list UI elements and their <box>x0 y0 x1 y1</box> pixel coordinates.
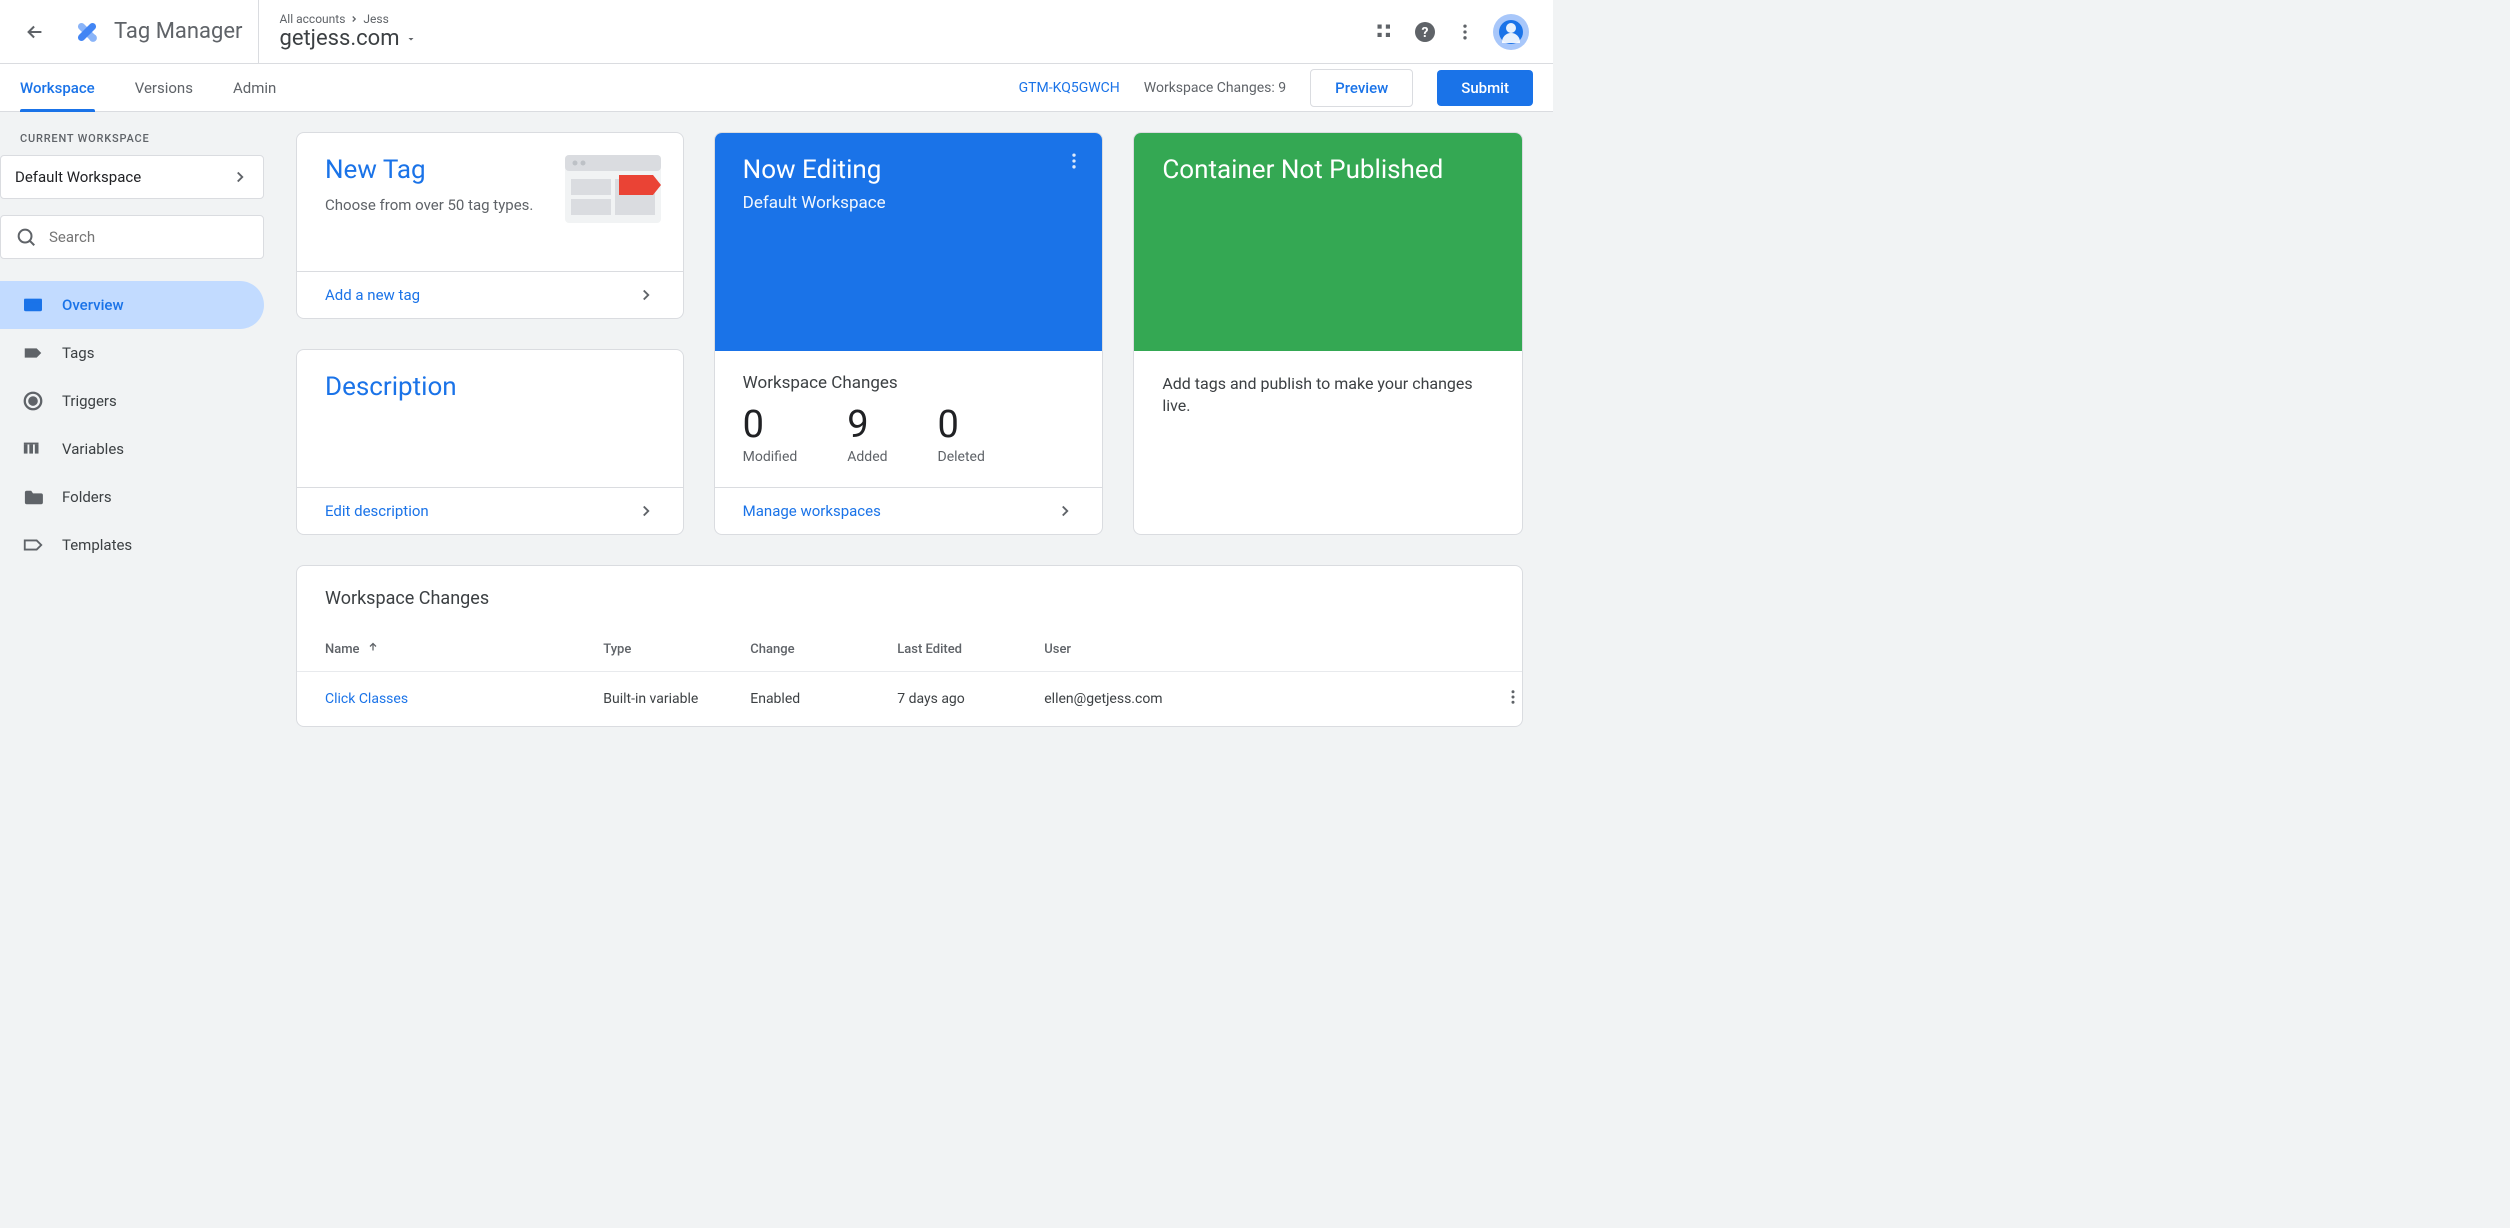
tab-workspace[interactable]: Workspace <box>20 64 95 112</box>
sidebar-item-label: Tags <box>62 344 94 362</box>
stat-deleted: 0 Deleted <box>938 403 985 465</box>
new-tag-title: New Tag <box>325 155 545 185</box>
row-last-edited: 7 days ago <box>897 672 1044 727</box>
template-icon <box>22 534 44 556</box>
chevron-right-icon <box>637 286 655 304</box>
sidebar-item-label: Templates <box>62 536 132 554</box>
breadcrumb[interactable]: All accounts Jess <box>279 12 1355 26</box>
workspace-changes-table-card: Workspace Changes Name Type Change Last … <box>296 565 1523 727</box>
new-tag-sub: Choose from over 50 tag types. <box>325 195 545 216</box>
apps-icon[interactable] <box>1375 22 1395 42</box>
col-name[interactable]: Name <box>297 627 603 672</box>
trigger-icon <box>22 390 44 412</box>
workspace-changes-count: Workspace Changes: 9 <box>1144 80 1286 96</box>
workspace-selector[interactable]: Default Workspace <box>0 155 264 199</box>
stat-added: 9 Added <box>847 403 887 465</box>
col-change[interactable]: Change <box>750 627 897 672</box>
col-name-label: Name <box>325 642 360 657</box>
sidebar-item-label: Folders <box>62 488 112 506</box>
edit-description-action[interactable]: Edit description <box>297 487 683 534</box>
search-input[interactable] <box>49 228 249 246</box>
sidebar-item-variables[interactable]: Variables <box>0 425 264 473</box>
container-id[interactable]: GTM-KQ5GWCH <box>1019 80 1120 96</box>
chevron-down-icon <box>405 33 417 45</box>
publish-body: Add tags and publish to make your change… <box>1134 351 1522 440</box>
table-title: Workspace Changes <box>297 566 1522 627</box>
back-arrow-icon[interactable] <box>16 13 54 51</box>
tab-admin[interactable]: Admin <box>233 64 276 112</box>
sidebar-item-templates[interactable]: Templates <box>0 521 264 569</box>
chevron-right-icon <box>637 502 655 520</box>
gtm-logo-icon <box>70 15 104 49</box>
sidebar-item-tags[interactable]: Tags <box>0 329 264 377</box>
card-more-icon[interactable] <box>1064 151 1084 171</box>
edit-description-label: Edit description <box>325 502 429 520</box>
variable-icon <box>22 438 44 460</box>
preview-button[interactable]: Preview <box>1310 69 1413 107</box>
add-new-tag-label: Add a new tag <box>325 286 420 304</box>
stat-deleted-label: Deleted <box>938 449 985 465</box>
card-description: Description Edit description <box>296 349 684 536</box>
row-user: ellen@getjess.com <box>1044 672 1472 727</box>
stat-modified-value: 0 <box>743 403 798 447</box>
workspace-name: Default Workspace <box>15 168 141 186</box>
card-now-editing: Now Editing Default Workspace Workspace … <box>714 132 1104 535</box>
svg-text:?: ? <box>1422 25 1429 41</box>
table-row[interactable]: Click Classes Built-in variable Enabled … <box>297 672 1522 727</box>
sidebar-item-overview[interactable]: Overview <box>0 281 264 329</box>
breadcrumb-root[interactable]: All accounts <box>279 12 345 26</box>
more-icon[interactable] <box>1455 22 1475 42</box>
submit-button[interactable]: Submit <box>1437 70 1533 106</box>
workspace-changes-title: Workspace Changes <box>743 373 1075 393</box>
stat-added-label: Added <box>847 449 887 465</box>
search-box[interactable] <box>0 215 264 259</box>
browser-tag-illustration <box>565 155 655 223</box>
row-name[interactable]: Click Classes <box>297 672 603 727</box>
sidebar-item-label: Overview <box>62 296 124 314</box>
sidebar-item-label: Variables <box>62 440 124 458</box>
now-editing-title: Now Editing <box>743 155 1075 185</box>
sidebar-item-triggers[interactable]: Triggers <box>0 377 264 425</box>
app-title: Tag Manager <box>114 19 242 44</box>
sidebar-item-label: Triggers <box>62 392 117 410</box>
help-icon[interactable]: ? <box>1413 20 1437 44</box>
card-new-tag: New Tag Choose from over 50 tag types. A… <box>296 132 684 319</box>
stat-modified: 0 Modified <box>743 403 798 465</box>
chevron-right-icon <box>1056 502 1074 520</box>
overview-icon <box>22 294 44 316</box>
row-change: Enabled <box>750 672 897 727</box>
row-more-icon[interactable] <box>1472 672 1522 727</box>
card-publish-status: Container Not Published Add tags and pub… <box>1133 132 1523 535</box>
col-user[interactable]: User <box>1044 627 1472 672</box>
chevron-right-icon <box>231 168 249 186</box>
container-name: getjess.com <box>279 26 399 51</box>
manage-workspaces-label: Manage workspaces <box>743 502 881 520</box>
manage-workspaces-action[interactable]: Manage workspaces <box>715 487 1103 534</box>
folder-icon <box>22 486 44 508</box>
publish-title: Container Not Published <box>1162 155 1494 185</box>
search-icon <box>15 226 37 248</box>
sidebar-item-folders[interactable]: Folders <box>0 473 264 521</box>
breadcrumb-account[interactable]: Jess <box>363 12 388 26</box>
container-selector[interactable]: getjess.com <box>279 26 1355 51</box>
current-workspace-label: CURRENT WORKSPACE <box>0 132 278 155</box>
now-editing-sub: Default Workspace <box>743 193 1075 213</box>
col-last-edited[interactable]: Last Edited <box>897 627 1044 672</box>
stat-added-value: 9 <box>847 403 887 447</box>
col-type[interactable]: Type <box>603 627 750 672</box>
description-title: Description <box>325 372 655 402</box>
stat-deleted-value: 0 <box>938 403 985 447</box>
stat-modified-label: Modified <box>743 449 798 465</box>
avatar[interactable] <box>1493 14 1529 50</box>
row-type: Built-in variable <box>603 672 750 727</box>
sort-arrow-up-icon <box>367 642 379 657</box>
tag-icon <box>22 342 44 364</box>
logo-title[interactable]: Tag Manager <box>54 0 259 63</box>
tab-versions[interactable]: Versions <box>135 64 193 112</box>
add-new-tag-action[interactable]: Add a new tag <box>297 271 683 318</box>
